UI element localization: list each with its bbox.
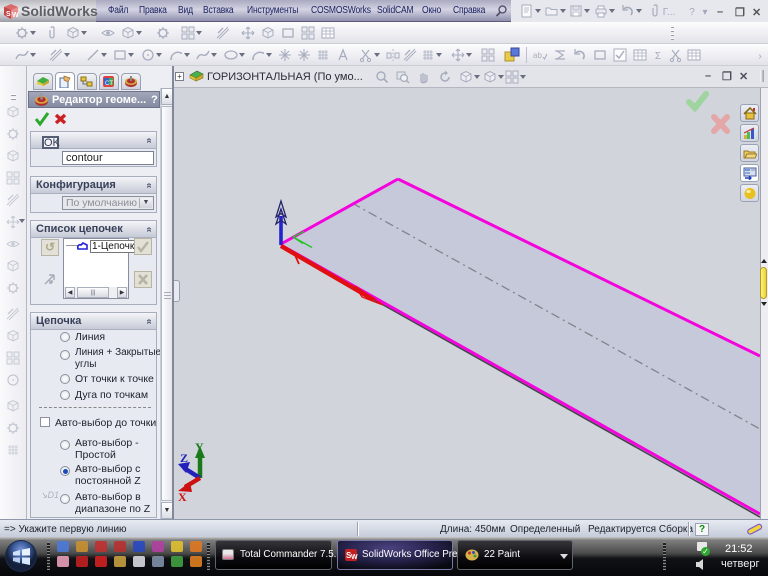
svg-text:Y: Y <box>195 440 204 454</box>
svg-text:CT: CT <box>105 81 113 87</box>
svg-text:Z: Z <box>180 451 188 465</box>
svg-text:X: X <box>178 490 187 504</box>
svg-text:W: W <box>351 554 358 561</box>
